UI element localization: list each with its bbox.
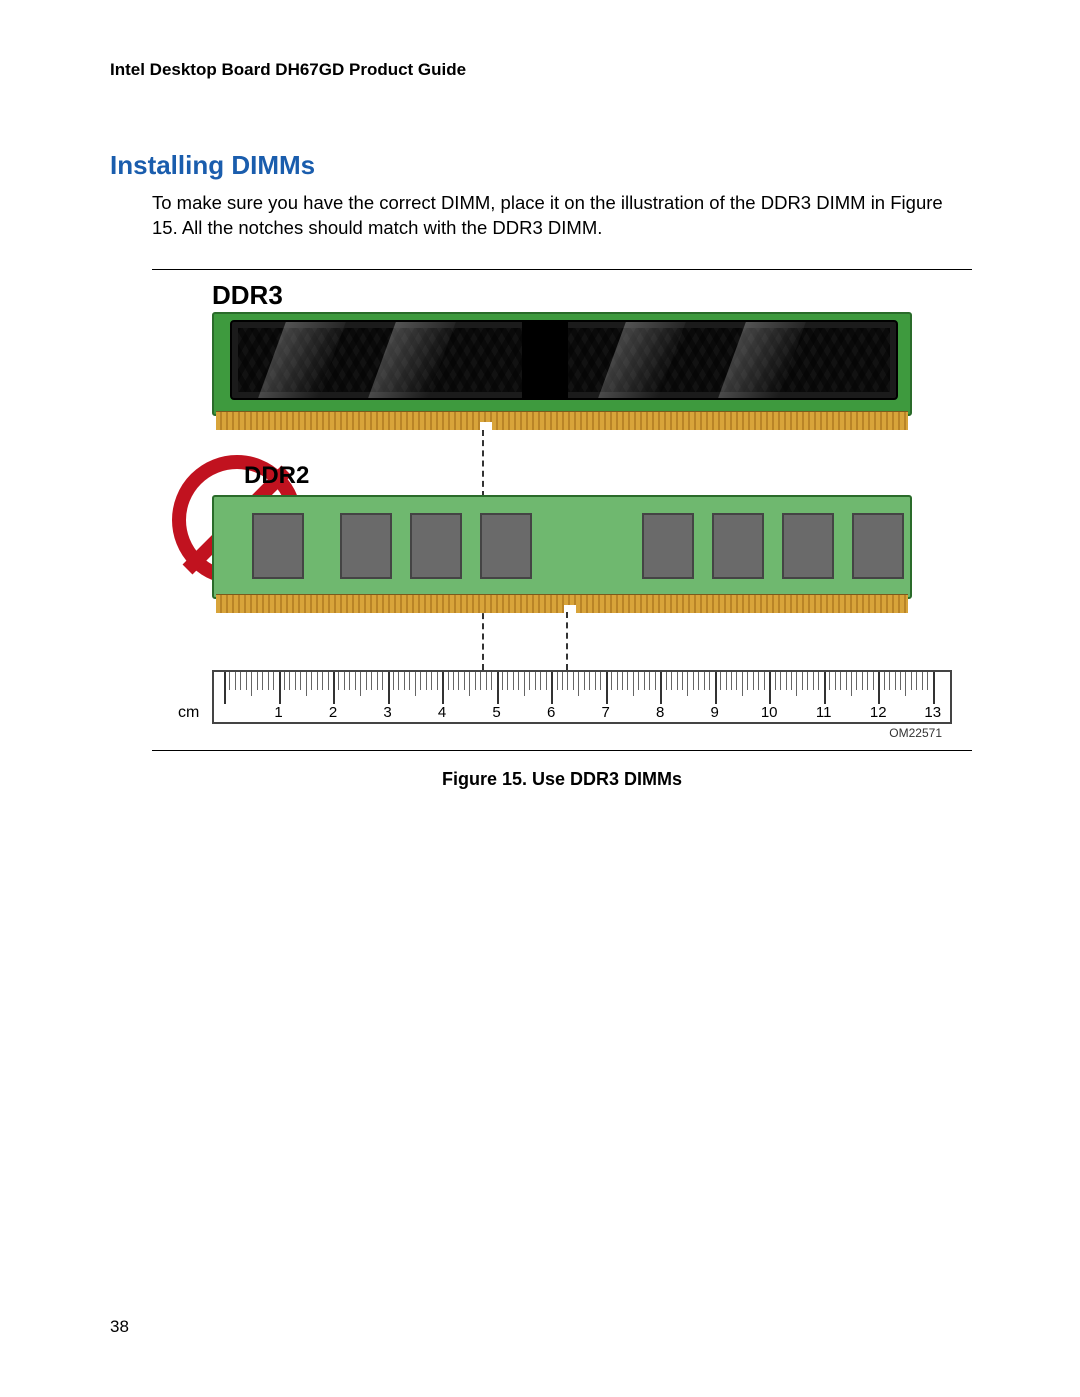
page-number: 38 <box>110 1317 129 1337</box>
ruler-tick-9: 9 <box>710 704 718 721</box>
notch-guide-ddr2 <box>566 612 568 670</box>
figure-dimm-comparison: DDR3 D <box>152 280 972 740</box>
ruler-tick-12: 12 <box>870 704 887 721</box>
ruler-tick-3: 3 <box>383 704 391 721</box>
ruler-tick-10: 10 <box>761 704 778 721</box>
ruler-tick-7: 7 <box>601 704 609 721</box>
figure-code: OM22571 <box>889 726 942 740</box>
ruler-tick-5: 5 <box>492 704 500 721</box>
figure-caption: Figure 15. Use DDR3 DIMMs <box>152 769 972 790</box>
label-ddr3: DDR3 <box>212 280 283 311</box>
ruler-unit-label: cm <box>178 704 199 722</box>
figure-rule-bottom <box>152 750 972 751</box>
section-heading: Installing DIMMs <box>110 150 990 181</box>
label-ddr2: DDR2 <box>244 462 309 490</box>
ruler-tick-8: 8 <box>656 704 664 721</box>
intro-paragraph: To make sure you have the correct DIMM, … <box>152 191 972 241</box>
ruler-tick-11: 11 <box>816 704 832 721</box>
ruler-tick-4: 4 <box>438 704 446 721</box>
ruler-tick-2: 2 <box>329 704 337 721</box>
ruler: 12345678910111213 cm <box>212 670 952 724</box>
ddr3-dimm <box>212 312 912 432</box>
figure-rule-top <box>152 269 972 270</box>
ruler-tick-13: 13 <box>924 704 941 721</box>
ruler-tick-6: 6 <box>547 704 555 721</box>
page-header: Intel Desktop Board DH67GD Product Guide <box>110 60 990 80</box>
ruler-tick-1: 1 <box>274 704 282 721</box>
ddr2-dimm <box>212 495 912 615</box>
